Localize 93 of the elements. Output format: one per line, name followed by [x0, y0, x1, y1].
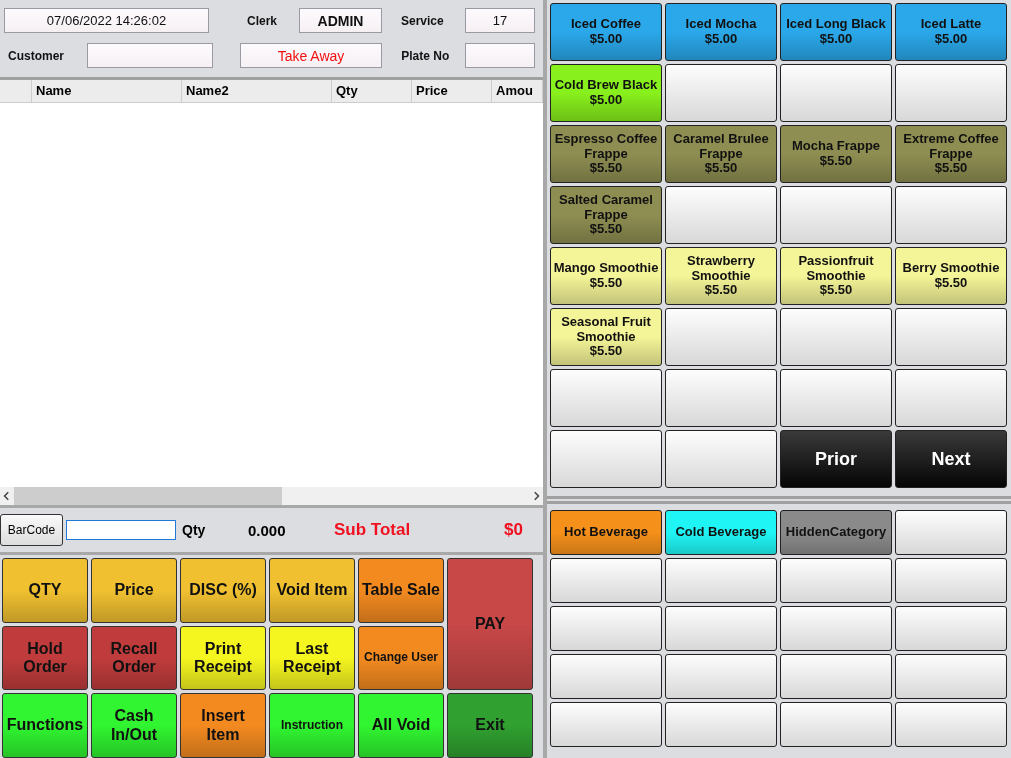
column-header[interactable]: Qty	[332, 80, 412, 102]
action-button[interactable]: Hold Order	[2, 625, 88, 691]
empty-button[interactable]	[895, 606, 1007, 651]
product-button[interactable]: Cold Brew Black $5.00	[550, 64, 662, 122]
action-button[interactable]: Cash In/Out	[91, 693, 177, 758]
subtotal-value: $0	[504, 520, 523, 540]
action-button[interactable]: PAY	[447, 558, 533, 691]
empty-button[interactable]	[665, 606, 777, 651]
empty-button[interactable]	[780, 558, 892, 603]
empty-button[interactable]	[895, 186, 1007, 244]
product-button[interactable]: Strawberry Smoothie $5.50	[665, 247, 777, 305]
service-field: 17	[465, 8, 535, 33]
customer-field[interactable]	[86, 43, 213, 68]
product-button[interactable]: Extreme Coffee Frappe $5.50	[895, 125, 1007, 183]
product-button[interactable]: Iced Coffee $5.00	[550, 3, 662, 61]
datetime-field: 07/06/2022 14:26:02	[4, 8, 209, 33]
customer-label: Customer	[7, 48, 65, 63]
qty-label: Qty	[182, 522, 207, 538]
product-button[interactable]: Passionfruit Smoothie $5.50	[780, 247, 892, 305]
column-header[interactable]: Name	[32, 80, 182, 102]
empty-button[interactable]	[895, 64, 1007, 122]
subtotal-label: Sub Total	[334, 520, 412, 540]
product-button[interactable]: Iced Long Black $5.00	[780, 3, 892, 61]
action-button[interactable]: Exit	[447, 693, 533, 758]
action-button[interactable]: All Void	[358, 693, 444, 758]
empty-button[interactable]	[895, 558, 1007, 603]
empty-button[interactable]	[780, 702, 892, 747]
product-button[interactable]: Mango Smoothie $5.50	[550, 247, 662, 305]
empty-button[interactable]	[895, 702, 1007, 747]
empty-button[interactable]	[665, 430, 777, 488]
action-button[interactable]: Void Item	[269, 558, 355, 623]
empty-button[interactable]	[665, 308, 777, 366]
empty-button[interactable]	[895, 510, 1007, 555]
action-button[interactable]: Table Sale	[358, 558, 444, 623]
product-button[interactable]: Espresso Coffee Frappe $5.50	[550, 125, 662, 183]
empty-button[interactable]	[550, 558, 662, 603]
action-button[interactable]: Print Receipt	[180, 625, 266, 691]
barcode-field[interactable]	[66, 520, 176, 540]
scroll-left-icon[interactable]	[2, 491, 12, 501]
product-button[interactable]: Seasonal Fruit Smoothie $5.50	[550, 308, 662, 366]
product-button[interactable]: Caramel Brulee Frappe $5.50	[665, 125, 777, 183]
empty-button[interactable]	[550, 606, 662, 651]
empty-button[interactable]	[550, 369, 662, 427]
page-button[interactable]: Prior	[780, 430, 892, 488]
product-button[interactable]: Mocha Frappe $5.50	[780, 125, 892, 183]
empty-button[interactable]	[895, 369, 1007, 427]
column-header[interactable]: Amou	[492, 80, 543, 102]
action-button[interactable]: DISC (%)	[180, 558, 266, 623]
empty-button[interactable]	[780, 369, 892, 427]
action-button[interactable]: Price	[91, 558, 177, 623]
action-button[interactable]: Instruction	[269, 693, 355, 758]
empty-button[interactable]	[780, 654, 892, 699]
column-header[interactable]: Price	[412, 80, 492, 102]
category-button[interactable]: Hot Beverage	[550, 510, 662, 555]
plate-label: Plate No	[401, 48, 451, 63]
empty-button[interactable]	[665, 186, 777, 244]
clerk-field: ADMIN	[299, 8, 382, 33]
clerk-label: Clerk	[247, 13, 279, 28]
product-button[interactable]: Iced Mocha $5.00	[665, 3, 777, 61]
action-button[interactable]: Functions	[2, 693, 88, 758]
empty-button[interactable]	[665, 369, 777, 427]
empty-button[interactable]	[895, 308, 1007, 366]
category-button[interactable]: HiddenCategory	[780, 510, 892, 555]
qty-value: 0.000	[248, 521, 287, 539]
empty-button[interactable]	[665, 702, 777, 747]
horizontal-scrollbar[interactable]	[0, 487, 543, 505]
action-button[interactable]: Last Receipt	[269, 625, 355, 691]
plate-field[interactable]	[465, 43, 535, 68]
product-button[interactable]: Salted Caramel Frappe $5.50	[550, 186, 662, 244]
action-button[interactable]: Insert Item	[180, 693, 266, 758]
product-button[interactable]: Iced Latte $5.00	[895, 3, 1007, 61]
empty-button[interactable]	[550, 654, 662, 699]
empty-button[interactable]	[665, 654, 777, 699]
empty-button[interactable]	[780, 186, 892, 244]
empty-button[interactable]	[665, 64, 777, 122]
column-header[interactable]: Name2	[182, 80, 332, 102]
empty-button[interactable]	[780, 606, 892, 651]
empty-button[interactable]	[895, 654, 1007, 699]
category-button[interactable]: Cold Beverage	[665, 510, 777, 555]
page-button[interactable]: Next	[895, 430, 1007, 488]
product-button[interactable]: Berry Smoothie $5.50	[895, 247, 1007, 305]
empty-button[interactable]	[665, 558, 777, 603]
action-button[interactable]: Change User	[358, 625, 444, 691]
barcode-button[interactable]: BarCode	[0, 514, 63, 546]
action-button[interactable]: Recall Order	[91, 625, 177, 691]
action-button[interactable]: QTY	[2, 558, 88, 623]
service-label: Service	[401, 13, 445, 28]
scroll-right-icon[interactable]	[531, 491, 541, 501]
empty-button[interactable]	[780, 308, 892, 366]
empty-button[interactable]	[550, 702, 662, 747]
order-type-field[interactable]: Take Away	[239, 43, 383, 68]
empty-button[interactable]	[550, 430, 662, 488]
empty-button[interactable]	[780, 64, 892, 122]
